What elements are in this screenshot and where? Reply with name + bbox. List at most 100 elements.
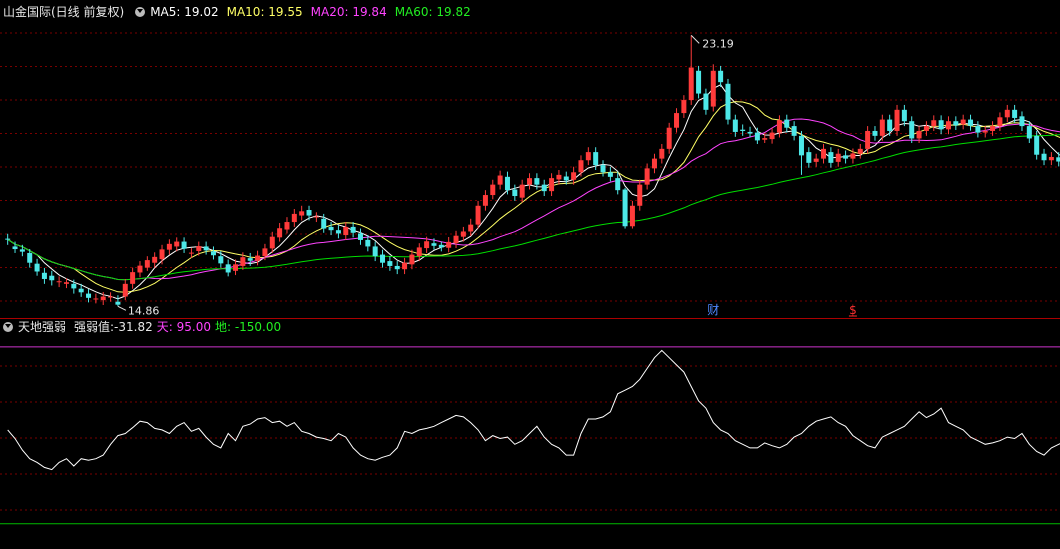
candle-body — [651, 158, 657, 169]
candle-body — [130, 272, 136, 284]
candle-body — [1004, 109, 1010, 118]
candle-body — [916, 130, 922, 139]
candle-body — [159, 249, 165, 260]
strength-value-label: 强弱值:-31.82 — [74, 320, 153, 334]
candle-body — [725, 83, 731, 120]
candle-body — [806, 152, 812, 163]
candle-body — [784, 119, 790, 128]
candle-body — [740, 129, 746, 131]
candle-body — [945, 121, 951, 130]
candle-body — [365, 239, 371, 247]
price-annotations: 23.19 14.86 财 $ — [117, 34, 857, 317]
candle-body — [416, 247, 422, 257]
candle-body — [306, 210, 312, 216]
candle-body — [247, 258, 253, 261]
candle-body — [78, 288, 84, 293]
candle-body — [1034, 135, 1040, 155]
candle-body — [754, 132, 760, 141]
candle-body — [644, 168, 650, 185]
candle-body — [571, 172, 577, 180]
candle-body — [424, 241, 430, 249]
candle-body — [446, 241, 452, 248]
candle-body — [335, 230, 341, 234]
candle-body — [181, 241, 187, 249]
candle-body — [475, 205, 481, 225]
candle-body — [1041, 153, 1047, 161]
indicator-name: 天地强弱 — [18, 320, 67, 334]
candle-body — [372, 246, 378, 257]
candle-body — [137, 265, 143, 273]
candle-body — [901, 109, 907, 122]
candle-body — [549, 178, 555, 192]
candle-body — [203, 246, 209, 251]
candle-body — [166, 243, 172, 250]
event-marker: $ — [849, 303, 857, 317]
ma20-line — [7, 118, 1060, 281]
candle-body — [343, 226, 349, 236]
strength-line — [7, 349, 1060, 471]
candle-body — [850, 153, 856, 159]
candle-body — [872, 130, 878, 136]
candle-body — [776, 120, 782, 133]
high-marker-line — [690, 34, 700, 44]
candle-body — [402, 262, 408, 270]
candle-body — [225, 264, 231, 273]
candle-body — [622, 189, 628, 227]
candle-body — [262, 248, 268, 257]
candle-body — [240, 257, 246, 266]
price-pane-header: 山金国际(日线 前复权) MA5: 19.02 MA10: 19.55 MA20… — [0, 3, 479, 21]
candle-body — [593, 152, 599, 166]
candle-body — [63, 282, 69, 284]
candle-body — [27, 252, 33, 263]
candle-body — [674, 113, 680, 128]
candle-body — [968, 119, 974, 126]
candle-body — [798, 135, 804, 156]
candle-body — [291, 213, 297, 223]
candle-body — [19, 249, 25, 252]
candle-body — [791, 126, 797, 136]
candle-body — [313, 216, 319, 218]
candle-body — [732, 119, 738, 132]
candle-body — [56, 281, 62, 283]
sky-value-label: 天: 95.00 — [156, 320, 211, 334]
candle-body — [490, 184, 496, 196]
chevron-down-icon[interactable] — [135, 7, 146, 17]
candle-body — [115, 301, 121, 305]
candle-body — [387, 261, 393, 266]
candle-body — [357, 233, 363, 240]
candle-body — [41, 272, 47, 279]
chart-canvas: 23.19 14.86 财 $ — [0, 32, 1060, 525]
candle-body — [931, 120, 937, 127]
candle-body — [843, 155, 849, 159]
high-price-label: 23.19 — [702, 37, 734, 50]
candle-body — [394, 265, 400, 270]
candle-body — [218, 256, 224, 264]
candle-body — [438, 244, 444, 248]
candle-body — [108, 296, 114, 298]
candle-body — [93, 298, 99, 300]
candle-body — [1056, 157, 1060, 162]
candle-body — [607, 172, 613, 177]
candle-body — [821, 148, 827, 159]
candle-body — [174, 241, 180, 247]
candle-body — [578, 160, 584, 173]
candle-body — [321, 218, 327, 229]
candle-body — [629, 205, 635, 227]
candle-body — [527, 178, 533, 185]
indicator-pane-header: 天地强弱 强弱值:-31.82 天: 95.00 地: -150.00 — [0, 318, 289, 336]
candle-body — [1026, 126, 1032, 139]
candle-body — [975, 126, 981, 133]
candle-body — [887, 119, 893, 131]
candle-body — [49, 275, 55, 281]
candle-body — [12, 246, 18, 250]
candle-body — [5, 238, 11, 240]
candle-body — [299, 211, 305, 216]
low-marker-line — [117, 305, 127, 311]
candle-body — [86, 293, 92, 298]
candle-body — [585, 152, 591, 161]
candle-body — [835, 153, 841, 162]
candle-body — [747, 131, 753, 134]
low-price-label: 14.86 — [128, 304, 160, 317]
chevron-down-icon[interactable] — [3, 322, 13, 332]
candle-body — [512, 189, 518, 197]
